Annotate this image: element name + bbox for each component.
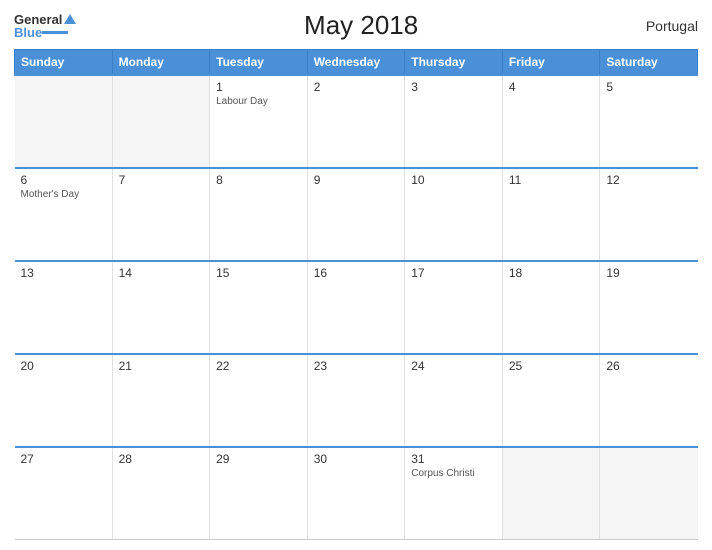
country-label: Portugal — [646, 18, 698, 34]
day-cell: 13 — [15, 261, 113, 354]
day-cell: 8 — [210, 168, 308, 261]
day-cell: 2 — [307, 75, 405, 168]
day-cell: 19 — [600, 261, 698, 354]
day-number: 1 — [216, 80, 301, 94]
week-row-2: 6 Mother's Day 789 10 11 12 — [15, 168, 698, 261]
day-cell: 24 — [405, 354, 503, 447]
day-cell: 27 — [15, 447, 113, 540]
day-cell: 15 — [210, 261, 308, 354]
day-number: 3 — [411, 80, 496, 94]
day-number: 25 — [509, 359, 594, 373]
day-cell: 30 — [307, 447, 405, 540]
day-cell: 9 — [307, 168, 405, 261]
day-number: 5 — [606, 80, 691, 94]
day-number: 14 — [119, 266, 204, 280]
day-number: 13 — [21, 266, 106, 280]
day-number: 20 — [21, 359, 106, 373]
day-cell: 29 — [210, 447, 308, 540]
day-cell — [600, 447, 698, 540]
day-cell: 10 — [405, 168, 503, 261]
calendar-header: General Blue May 2018 Portugal — [14, 10, 698, 41]
holiday-label: Labour Day — [216, 96, 301, 107]
day-cell: 18 — [502, 261, 600, 354]
day-cell: 7 — [112, 168, 210, 261]
day-cell: 11 — [502, 168, 600, 261]
day-number: 9 — [314, 173, 399, 187]
week-row-1: 1 Labour Day 2345 — [15, 75, 698, 168]
logo: General Blue — [14, 13, 76, 39]
day-number: 8 — [216, 173, 301, 187]
day-number: 2 — [314, 80, 399, 94]
day-number: 29 — [216, 452, 301, 466]
day-cell: 6 Mother's Day — [15, 168, 113, 261]
day-number: 24 — [411, 359, 496, 373]
day-cell: 14 — [112, 261, 210, 354]
day-cell: 12 — [600, 168, 698, 261]
day-number: 16 — [314, 266, 399, 280]
day-cell: 21 — [112, 354, 210, 447]
calendar-page: General Blue May 2018 Portugal SundayMon… — [0, 0, 712, 550]
day-cell: 16 — [307, 261, 405, 354]
day-cell — [15, 75, 113, 168]
day-cell: 22 — [210, 354, 308, 447]
logo-blue-text: Blue — [14, 26, 42, 39]
col-header-wednesday: Wednesday — [307, 50, 405, 76]
day-number: 26 — [606, 359, 691, 373]
day-number: 21 — [119, 359, 204, 373]
calendar-title: May 2018 — [304, 10, 418, 41]
day-number: 10 — [411, 173, 496, 187]
col-header-monday: Monday — [112, 50, 210, 76]
col-header-tuesday: Tuesday — [210, 50, 308, 76]
logo-general-text: General — [14, 13, 62, 26]
col-header-friday: Friday — [502, 50, 600, 76]
day-cell: 31 Corpus Christi — [405, 447, 503, 540]
holiday-label: Mother's Day — [21, 189, 106, 200]
holiday-label: Corpus Christi — [411, 468, 496, 479]
day-number: 31 — [411, 452, 496, 466]
day-cell: 25 — [502, 354, 600, 447]
day-cell: 3 — [405, 75, 503, 168]
day-cell: 20 — [15, 354, 113, 447]
day-cell: 28 — [112, 447, 210, 540]
week-row-4: 20 21 22 23 24 25 26 — [15, 354, 698, 447]
day-number: 19 — [606, 266, 691, 280]
day-cell: 1 Labour Day — [210, 75, 308, 168]
day-number: 12 — [606, 173, 691, 187]
day-number: 27 — [21, 452, 106, 466]
logo-triangle-icon — [64, 14, 76, 24]
week-row-3: 13 14 15 16 17 18 19 — [15, 261, 698, 354]
day-cell — [112, 75, 210, 168]
day-number: 6 — [21, 173, 106, 187]
day-cell: 5 — [600, 75, 698, 168]
day-number: 15 — [216, 266, 301, 280]
calendar-table: SundayMondayTuesdayWednesdayThursdayFrid… — [14, 49, 698, 540]
day-number: 7 — [119, 173, 204, 187]
col-header-thursday: Thursday — [405, 50, 503, 76]
day-cell: 26 — [600, 354, 698, 447]
day-cell: 17 — [405, 261, 503, 354]
day-number: 23 — [314, 359, 399, 373]
day-number: 11 — [509, 173, 594, 187]
col-header-saturday: Saturday — [600, 50, 698, 76]
day-number: 18 — [509, 266, 594, 280]
day-cell — [502, 447, 600, 540]
day-number: 28 — [119, 452, 204, 466]
day-cell: 4 — [502, 75, 600, 168]
day-number: 4 — [509, 80, 594, 94]
day-number: 22 — [216, 359, 301, 373]
header-row: SundayMondayTuesdayWednesdayThursdayFrid… — [15, 50, 698, 76]
logo-underline — [42, 31, 68, 34]
col-header-sunday: Sunday — [15, 50, 113, 76]
day-cell: 23 — [307, 354, 405, 447]
day-number: 17 — [411, 266, 496, 280]
day-number: 30 — [314, 452, 399, 466]
week-row-5: 27 28 29 30 31 Corpus Christi — [15, 447, 698, 540]
